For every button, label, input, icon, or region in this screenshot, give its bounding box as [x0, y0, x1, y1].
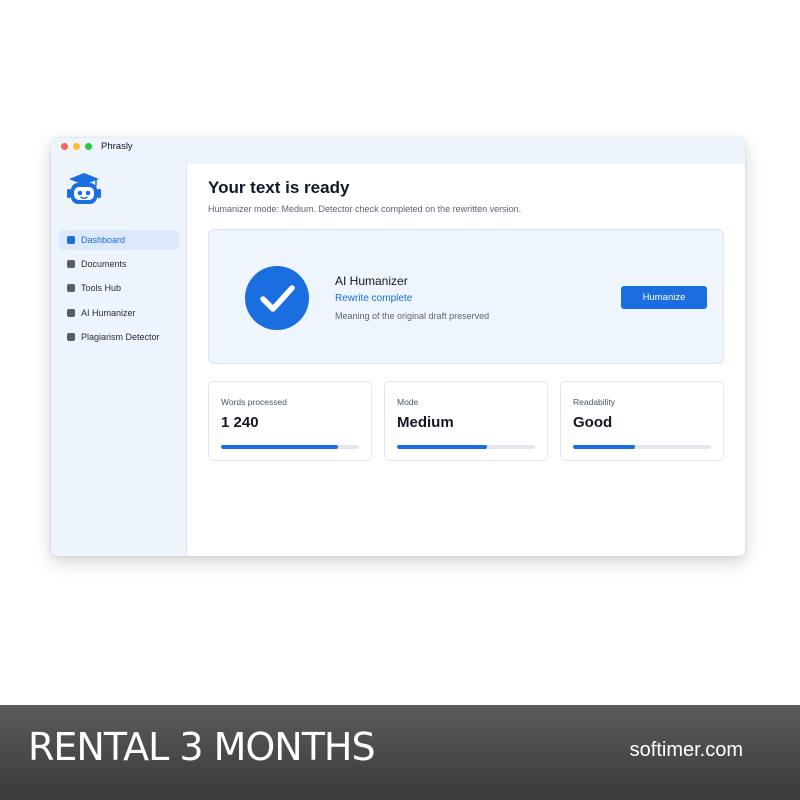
sidebar-item-tools-hub[interactable]: Tools Hub [59, 278, 179, 298]
robot-graduate-logo-icon [67, 173, 101, 204]
app-title: Phrasly [101, 141, 133, 152]
minimize-window-button[interactable] [73, 143, 80, 150]
sidebar-item-dashboard[interactable]: Dashboard [59, 230, 179, 250]
stat-value: Good [573, 414, 613, 431]
promo-banner: RENTAL 3 MONTHS softimer.com [0, 705, 800, 800]
dashboard-icon [67, 236, 75, 244]
banner-site-link[interactable]: softimer.com [630, 739, 743, 762]
progress-track [221, 445, 359, 449]
sidebar-item-label: Documents [81, 259, 127, 269]
close-window-button[interactable] [61, 143, 68, 150]
check-circle-icon [245, 266, 309, 330]
result-card: AI Humanizer Rewrite complete Meaning of… [208, 229, 724, 364]
progress-track [397, 445, 535, 449]
sidebar: Dashboard Documents Tools Hub AI Humaniz… [51, 158, 187, 556]
status-text: Rewrite complete [335, 293, 413, 304]
stat-label: Readability [573, 397, 616, 407]
sidebar-item-ai-humanizer[interactable]: AI Humanizer [59, 303, 179, 323]
stat-value: 1 240 [221, 414, 259, 431]
ai-humanizer-icon [67, 309, 75, 317]
stat-card-readability: Readability Good [560, 381, 724, 461]
tool-name: AI Humanizer [335, 274, 408, 288]
progress-fill [573, 445, 636, 449]
sidebar-item-label: AI Humanizer [81, 308, 136, 318]
stat-label: Words processed [221, 397, 287, 407]
stat-card-words-processed: Words processed 1 240 [208, 381, 372, 461]
documents-icon [67, 260, 75, 268]
plagiarism-detector-icon [67, 333, 75, 341]
progress-fill [397, 445, 487, 449]
page-subtitle: Humanizer mode: Medium. Detector check c… [208, 204, 522, 214]
stat-label: Mode [397, 397, 419, 407]
app-window: Phrasly Dashboard Documents Tools Hub AI… [51, 138, 745, 556]
banner-text: RENTAL 3 MONTHS [28, 725, 376, 769]
maximize-window-button[interactable] [85, 143, 92, 150]
page-title: Your text is ready [208, 178, 350, 197]
sidebar-item-plagiarism-detector[interactable]: Plagiarism Detector [59, 327, 179, 347]
status-note: Meaning of the original draft preserved [335, 311, 490, 321]
tools-hub-icon [67, 284, 75, 292]
sidebar-item-label: Plagiarism Detector [81, 332, 160, 342]
progress-track [573, 445, 711, 449]
sidebar-item-label: Dashboard [81, 235, 126, 245]
sidebar-item-documents[interactable]: Documents [59, 254, 179, 274]
humanize-button[interactable]: Humanize [621, 286, 707, 309]
sidebar-item-label: Tools Hub [81, 283, 122, 293]
stat-value: Medium [397, 414, 454, 431]
main-content: Your text is ready Humanizer mode: Mediu… [188, 164, 745, 556]
progress-fill [221, 445, 339, 449]
stat-card-mode: Mode Medium [384, 381, 548, 461]
